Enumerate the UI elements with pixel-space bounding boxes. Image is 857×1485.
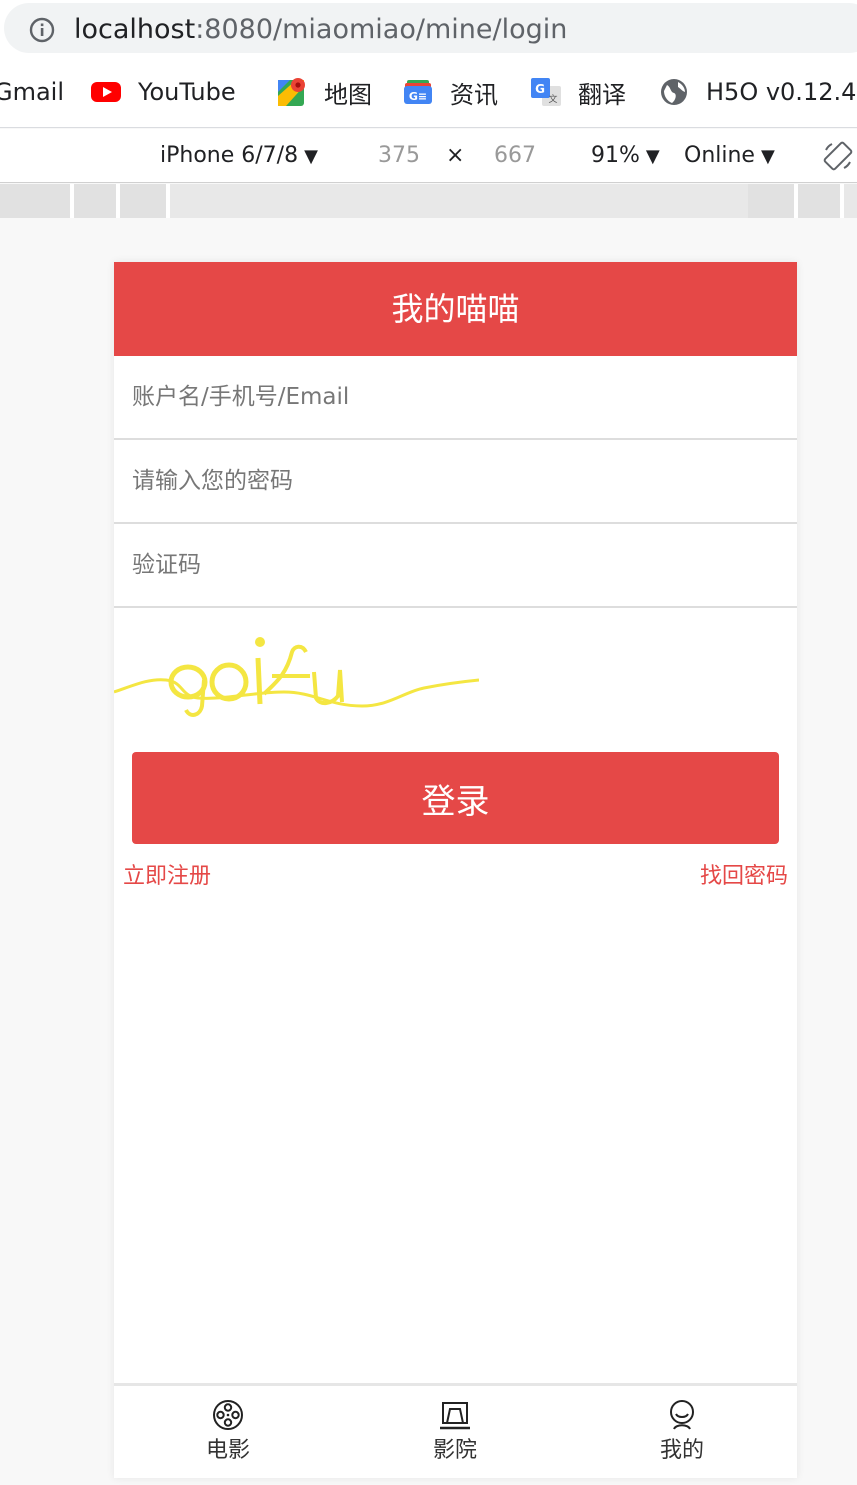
ruler-segment[interactable] bbox=[798, 184, 844, 218]
captcha-field bbox=[114, 524, 797, 608]
login-button[interactable]: 登录 bbox=[132, 752, 779, 844]
translate-icon: G 文 bbox=[531, 78, 561, 106]
bookmark-maps[interactable]: 地图 bbox=[276, 72, 372, 112]
bookmark-label: 资讯 bbox=[450, 80, 498, 109]
globe-icon bbox=[661, 79, 687, 105]
network-value: Online bbox=[684, 143, 755, 168]
url-text[interactable]: localhost:8080/miaomiao/mine/login bbox=[74, 13, 567, 47]
bottom-tab-bar: 电影 影院 我的 bbox=[114, 1383, 797, 1478]
media-query-ruler bbox=[0, 184, 857, 218]
password-input[interactable] bbox=[132, 440, 772, 522]
youtube-icon bbox=[91, 82, 121, 102]
zoom-select[interactable]: 91% ▼ bbox=[591, 142, 660, 171]
rotate-icon[interactable] bbox=[822, 140, 854, 172]
bookmark-news[interactable]: G≡ 资讯 bbox=[402, 72, 498, 112]
device-toolbar: iPhone 6/7/8 ▼ 375 × 667 91% ▼ Online ▼ bbox=[0, 129, 857, 183]
password-field bbox=[114, 440, 797, 524]
cinema-icon bbox=[440, 1402, 470, 1430]
ruler-segment[interactable] bbox=[0, 184, 74, 218]
captcha-image[interactable] bbox=[114, 622, 479, 722]
mobile-viewport: 我的喵喵 登录 立即注册 找回密码 电影 bbox=[114, 262, 797, 1478]
username-input[interactable] bbox=[132, 356, 772, 438]
zoom-value: 91% bbox=[591, 143, 640, 168]
viewport-width-input[interactable]: 375 bbox=[378, 142, 420, 170]
device-name: iPhone 6/7/8 bbox=[160, 143, 299, 168]
address-bar[interactable]: localhost:8080/miaomiao/mine/login bbox=[4, 3, 857, 53]
tab-label: 我的 bbox=[659, 1438, 704, 1463]
url-host: localhost bbox=[74, 14, 196, 45]
ruler-segment[interactable] bbox=[74, 184, 120, 218]
bookmark-h5o[interactable]: H5O v0.12.4 bbox=[658, 72, 856, 112]
url-path: :8080/miaomiao/mine/login bbox=[195, 14, 568, 45]
dimension-separator: × bbox=[446, 143, 465, 168]
chevron-down-icon: ▼ bbox=[760, 146, 775, 167]
tab-cinemas[interactable]: 影院 bbox=[395, 1398, 515, 1466]
bookmarks-bar: Gmail YouTube 地图 G≡ 资讯 G 文 翻译 H5O v0.12.… bbox=[0, 56, 857, 128]
viewport-height-input[interactable]: 667 bbox=[494, 142, 536, 170]
film-reel-icon bbox=[213, 1400, 243, 1430]
bookmark-label: 翻译 bbox=[578, 80, 626, 109]
bookmark-label: H5O v0.12.4 bbox=[706, 78, 857, 106]
bookmark-translate[interactable]: G 文 翻译 bbox=[530, 72, 626, 112]
tab-label: 电影 bbox=[205, 1438, 250, 1463]
news-icon: G≡ bbox=[404, 80, 432, 104]
bookmark-label: 地图 bbox=[324, 80, 372, 109]
info-icon[interactable] bbox=[28, 16, 56, 44]
register-link[interactable]: 立即注册 bbox=[123, 862, 211, 892]
user-icon bbox=[670, 1400, 694, 1430]
bookmark-label: YouTube bbox=[138, 78, 236, 106]
chevron-down-icon: ▼ bbox=[304, 146, 318, 167]
address-bar-row: localhost:8080/miaomiao/mine/login bbox=[0, 0, 857, 56]
forgot-password-link[interactable]: 找回密码 bbox=[700, 862, 788, 892]
svg-text:G≡: G≡ bbox=[409, 90, 427, 103]
maps-icon bbox=[278, 78, 305, 106]
captcha-input[interactable] bbox=[132, 524, 772, 606]
username-field bbox=[114, 356, 797, 440]
bookmark-label: Gmail bbox=[0, 78, 65, 106]
chevron-down-icon: ▼ bbox=[645, 146, 660, 167]
network-select[interactable]: Online ▼ bbox=[684, 142, 775, 171]
svg-text:G: G bbox=[535, 82, 545, 96]
bookmark-gmail[interactable]: Gmail bbox=[0, 72, 64, 112]
ruler-segment[interactable] bbox=[120, 184, 170, 218]
svg-text:文: 文 bbox=[548, 93, 557, 105]
tab-movies[interactable]: 电影 bbox=[168, 1398, 288, 1466]
device-select[interactable]: iPhone 6/7/8 ▼ bbox=[160, 142, 318, 171]
bookmark-youtube[interactable]: YouTube bbox=[90, 72, 236, 112]
page-title: 我的喵喵 bbox=[114, 262, 797, 356]
ruler-segment[interactable] bbox=[748, 184, 798, 218]
tab-label: 影院 bbox=[432, 1438, 477, 1463]
tab-mine[interactable]: 我的 bbox=[622, 1398, 742, 1466]
